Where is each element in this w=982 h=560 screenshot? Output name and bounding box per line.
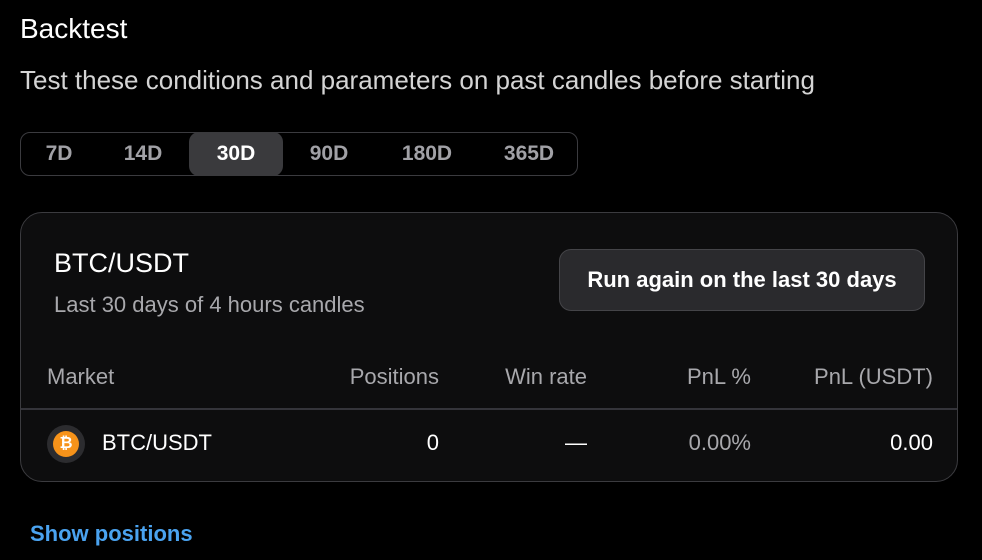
period-tab-90d[interactable]: 90D <box>283 133 375 174</box>
cell-market: BTC/USDT <box>102 430 212 455</box>
cell-pnl-usdt: 0.00 <box>890 430 933 455</box>
column-header-win-rate: Win rate <box>505 364 587 389</box>
show-positions-link[interactable]: Show positions <box>30 520 193 548</box>
column-header-positions: Positions <box>349 364 439 389</box>
run-again-button[interactable]: Run again on the last 30 days <box>559 249 925 311</box>
bitcoin-icon: ₿ <box>53 431 79 457</box>
period-tab-14d[interactable]: 14D <box>97 133 189 174</box>
period-tab-30d[interactable]: 30D <box>189 132 283 176</box>
cell-win-rate: — <box>565 430 587 455</box>
table-row[interactable]: ₿ BTC/USDT 0 — 0.00% 0.00 <box>21 409 957 481</box>
page-subtitle: Test these conditions and parameters on … <box>20 65 815 95</box>
period-selector: 7D 14D 30D 90D 180D 365D <box>20 132 578 176</box>
card-caption: Last 30 days of 4 hours candles <box>54 292 365 317</box>
cell-pnl-percent: 0.00% <box>688 430 751 455</box>
cell-positions: 0 <box>426 430 439 455</box>
backtest-card: BTC/USDT Last 30 days of 4 hours candles… <box>20 212 958 482</box>
column-header-market: Market <box>47 364 115 389</box>
page-title: Backtest <box>20 13 128 44</box>
column-header-pnl-percent: PnL % <box>686 364 751 389</box>
period-tab-365d[interactable]: 365D <box>479 133 579 174</box>
coin-badge: ₿ <box>47 425 85 463</box>
period-tab-7d[interactable]: 7D <box>21 133 97 174</box>
column-header-pnl-usdt: PnL (USDT) <box>814 364 933 389</box>
card-pair-title: BTC/USDT <box>54 248 189 278</box>
period-tab-180d[interactable]: 180D <box>375 133 479 174</box>
